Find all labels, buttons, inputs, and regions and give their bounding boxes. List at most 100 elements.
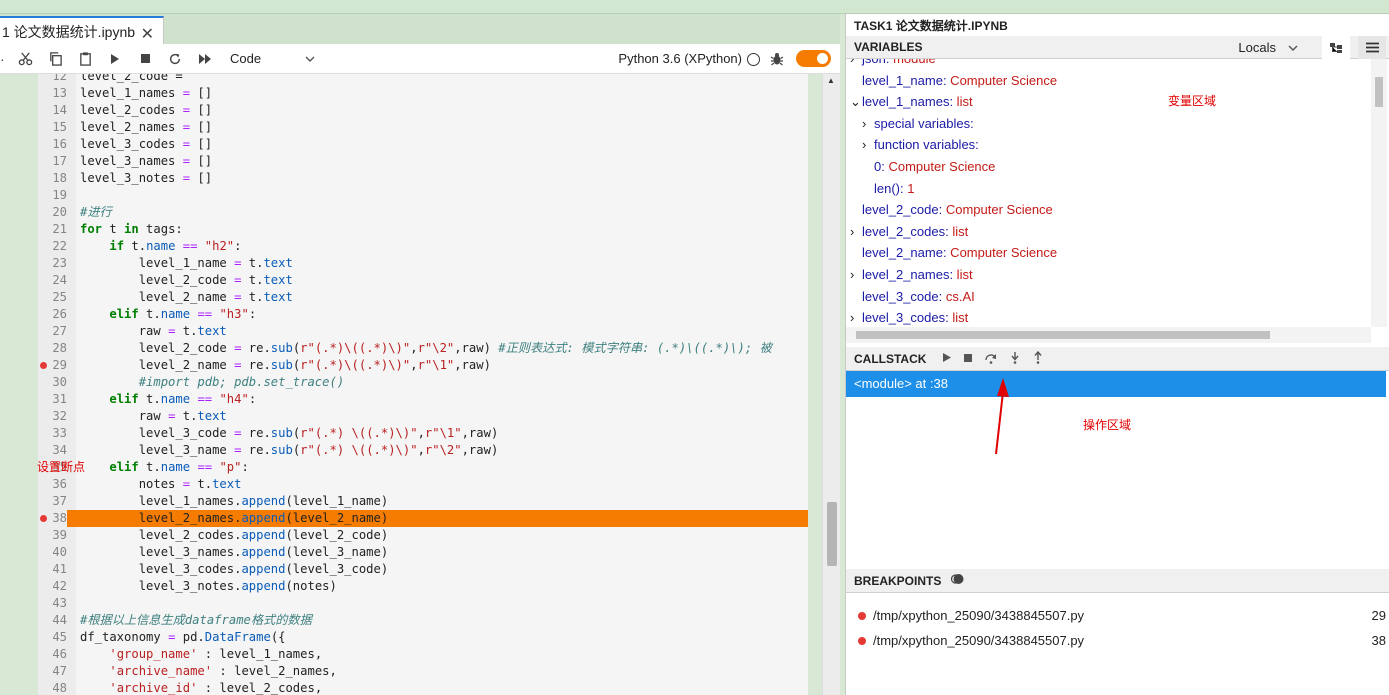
code-line[interactable]: 17 level_3_names = []: [38, 153, 808, 170]
code-line[interactable]: 47 'archive_name' : level_2_names,: [38, 663, 808, 680]
callstack-frame[interactable]: <module> at :38: [846, 371, 1386, 397]
code-line[interactable]: 16 level_3_codes = []: [38, 136, 808, 153]
variable-row[interactable]: 0: Computer Science: [862, 156, 995, 177]
notebook-tab[interactable]: 1 论文数据统计.ipynb ✕: [0, 16, 164, 46]
code-line[interactable]: 34 level_3_name = re.sub(r"(.*) \((.*)\)…: [38, 442, 808, 459]
run-icon[interactable]: [100, 44, 130, 74]
restart-icon[interactable]: [160, 44, 190, 74]
chevron-right-icon[interactable]: ›: [850, 264, 862, 285]
code-line[interactable]: 15 level_2_names = []: [38, 119, 808, 136]
variable-value: module: [889, 59, 936, 66]
variable-row[interactable]: level_2_name: Computer Science: [850, 242, 1057, 263]
scroll-up-icon[interactable]: ▲: [827, 76, 835, 85]
scrollbar-thumb[interactable]: [856, 331, 1270, 339]
breakpoint-marker[interactable]: [40, 362, 47, 369]
chevron-right-icon[interactable]: ›: [862, 113, 874, 134]
chevron-right-icon[interactable]: ›: [850, 221, 862, 242]
code-line[interactable]: 32 raw = t.text: [38, 408, 808, 425]
code-line[interactable]: 35 elif t.name == "p":: [38, 459, 808, 476]
variable-row[interactable]: › level_2_names: list: [850, 264, 973, 285]
code-text: level_1_names.append(level_1_name): [80, 494, 389, 508]
code-line[interactable]: 23 level_1_name = t.text: [38, 255, 808, 272]
code-line[interactable]: 45 df_taxonomy = pd.DataFrame({: [38, 629, 808, 646]
kernel-name[interactable]: Python 3.6 (XPython): [618, 51, 742, 66]
code-line[interactable]: 19: [38, 187, 808, 204]
variable-name: special variables:: [874, 115, 974, 131]
tree-view-icon[interactable]: [1322, 36, 1350, 59]
code-line[interactable]: 44 #根据以上信息生成dataframe格式的数据: [38, 612, 808, 629]
cut-icon[interactable]: [10, 44, 40, 74]
code-line[interactable]: 26 elif t.name == "h3":: [38, 306, 808, 323]
breakpoint-row[interactable]: /tmp/xpython_25090/3438845507.py 29: [846, 603, 1386, 628]
editor-scrollbar[interactable]: ▲: [822, 74, 840, 695]
chevron-right-icon[interactable]: ›: [850, 59, 862, 69]
stop-icon[interactable]: [130, 44, 160, 74]
copy-icon[interactable]: [40, 44, 70, 74]
variable-row[interactable]: ⌄level_1_names: list: [850, 91, 973, 112]
code-line[interactable]: 30 #import pdb; pdb.set_trace(): [38, 374, 808, 391]
debugger-toggle[interactable]: [796, 50, 831, 67]
terminate-icon[interactable]: [963, 352, 973, 366]
chevron-right-icon[interactable]: ›: [850, 307, 862, 327]
code-line[interactable]: 39 level_2_codes.append(level_2_code): [38, 527, 808, 544]
code-line[interactable]: 38 level_2_names.append(level_2_name): [38, 510, 808, 527]
variable-row[interactable]: › level_3_codes: list: [850, 307, 968, 327]
variable-row[interactable]: › function variables:: [862, 134, 979, 155]
remove-breakpoints-icon[interactable]: [951, 572, 965, 589]
code-line[interactable]: 41 level_3_codes.append(level_3_code): [38, 561, 808, 578]
code-line[interactable]: 25 level_2_name = t.text: [38, 289, 808, 306]
code-text: raw = t.text: [80, 409, 227, 423]
step-over-icon[interactable]: [984, 352, 998, 367]
code-line[interactable]: 42 level_3_notes.append(notes): [38, 578, 808, 595]
code-editor[interactable]: 12 level_2_code = 13 level_1_names = [] 14 le…: [38, 74, 808, 695]
variable-row[interactable]: › special variables:: [862, 113, 974, 134]
variable-row[interactable]: › level_2_codes: list: [850, 221, 968, 242]
breakpoint-row[interactable]: /tmp/xpython_25090/3438845507.py 38: [846, 628, 1386, 653]
code-line[interactable]: 14 level_2_codes = []: [38, 102, 808, 119]
more-icon[interactable]: ·: [0, 44, 10, 74]
variable-row[interactable]: ›json: module: [850, 59, 936, 69]
code-line[interactable]: 24 level_2_code = t.text: [38, 272, 808, 289]
code-line[interactable]: 33 level_3_code = re.sub(r"(.*) \((.*)\)…: [38, 425, 808, 442]
variable-name: level_1_name:: [862, 72, 947, 88]
code-line[interactable]: 20 #进行: [38, 204, 808, 221]
close-icon[interactable]: ✕: [141, 24, 154, 44]
code-line[interactable]: 48 'archive_id' : level_2_codes,: [38, 680, 808, 695]
chevron-right-icon[interactable]: ›: [862, 134, 874, 155]
code-line[interactable]: 21 for t in tags:: [38, 221, 808, 238]
step-out-icon[interactable]: [1032, 350, 1044, 367]
code-line[interactable]: 13 level_1_names = []: [38, 85, 808, 102]
variables-hscrollbar[interactable]: [846, 327, 1371, 343]
chevron-down-icon[interactable]: ⌄: [850, 91, 862, 112]
scope-select[interactable]: Locals: [1238, 40, 1298, 55]
fast-forward-icon[interactable]: [190, 44, 220, 74]
variable-row[interactable]: len(): 1: [862, 178, 914, 199]
paste-icon[interactable]: [70, 44, 100, 74]
breakpoint-marker[interactable]: [40, 515, 47, 522]
variables-scrollbar[interactable]: [1371, 59, 1387, 327]
step-in-icon[interactable]: [1009, 351, 1021, 367]
scrollbar-thumb[interactable]: [1375, 77, 1383, 107]
variable-value: list: [953, 267, 973, 282]
code-line[interactable]: 12 level_2_code =: [38, 74, 808, 85]
variable-row[interactable]: level_1_name: Computer Science: [850, 70, 1057, 91]
code-line[interactable]: 28 level_2_code = re.sub(r"(.*)\((.*)\)"…: [38, 340, 808, 357]
bug-icon[interactable]: [770, 52, 784, 69]
variable-row[interactable]: level_3_code: cs.AI: [850, 286, 975, 307]
code-line[interactable]: 31 elif t.name == "h4":: [38, 391, 808, 408]
cell-type-select[interactable]: Code: [230, 51, 315, 66]
code-line[interactable]: 18 level_3_notes = []: [38, 170, 808, 187]
code-line[interactable]: 43: [38, 595, 808, 612]
table-view-icon[interactable]: [1358, 36, 1386, 59]
continue-icon[interactable]: [942, 352, 952, 366]
code-text: level_3_names.append(level_3_name): [80, 545, 389, 559]
code-line[interactable]: 37 level_1_names.append(level_1_name): [38, 493, 808, 510]
variable-row[interactable]: level_2_code: Computer Science: [850, 199, 1053, 220]
code-line[interactable]: 40 level_3_names.append(level_3_name): [38, 544, 808, 561]
code-line[interactable]: 36 notes = t.text: [38, 476, 808, 493]
code-line[interactable]: 22 if t.name == "h2":: [38, 238, 808, 255]
code-line[interactable]: 29 level_2_name = re.sub(r"(.*)\((.*)\)"…: [38, 357, 808, 374]
code-line[interactable]: 27 raw = t.text: [38, 323, 808, 340]
scrollbar-thumb[interactable]: [827, 502, 837, 566]
code-line[interactable]: 46 'group_name' : level_1_names,: [38, 646, 808, 663]
